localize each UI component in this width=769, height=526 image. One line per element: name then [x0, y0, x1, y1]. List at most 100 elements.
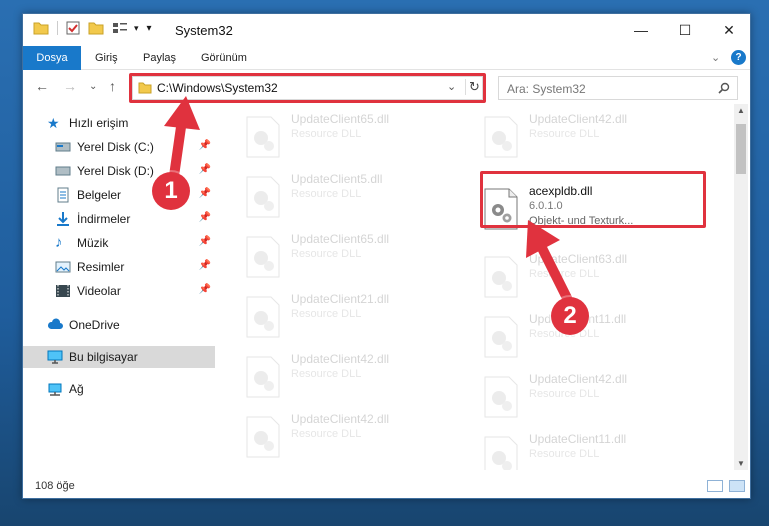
file-name: UpdateClient21.dll — [291, 292, 390, 306]
pin-icon[interactable]: 📌 — [199, 284, 211, 295]
expand-ribbon-icon[interactable]: ⌄ — [711, 51, 720, 64]
minimize-button[interactable]: — — [619, 16, 663, 44]
file-name: UpdateClient65.dll — [291, 232, 390, 246]
item-count: 108 öğe — [35, 480, 75, 492]
list-item[interactable]: UpdateClient11.dll Resource DLL — [479, 430, 715, 470]
dll-file-icon — [484, 376, 518, 418]
nav-label: Ağ — [69, 382, 84, 396]
search-placeholder: Ara: System32 — [507, 82, 586, 96]
list-item[interactable]: UpdateClient5.dll Resource DLL — [241, 170, 477, 222]
list-item[interactable]: UpdateClient42.dll Resource DLL — [479, 110, 715, 162]
window-title: System32 — [175, 23, 233, 38]
nav-item-music[interactable]: ♪ Müzik 📌 — [23, 232, 215, 254]
network-icon — [48, 383, 62, 396]
file-name: UpdateClient11.dll — [529, 432, 627, 446]
documents-icon — [57, 187, 69, 203]
list-item[interactable]: UpdateClient42.dll Resource DLL — [479, 370, 715, 422]
tab-share[interactable]: Paylaş — [133, 46, 186, 70]
explorer-window: ▾ ▾ System32 — ☐ ✕ Dosya Giriş Paylaş Gö… — [22, 13, 751, 499]
pin-icon[interactable]: 📌 — [199, 260, 211, 271]
view-options-icon[interactable] — [112, 21, 128, 35]
file-type: Resource DLL — [529, 448, 600, 460]
nav-label: Müzik — [77, 236, 109, 250]
videos-icon — [56, 285, 70, 297]
nav-item-pictures[interactable]: Resimler 📌 — [23, 256, 215, 278]
scroll-down-icon[interactable]: ▼ — [737, 459, 745, 468]
file-name: UpdateClient42.dll — [291, 412, 390, 426]
recent-locations-icon[interactable]: ⌄ — [89, 81, 97, 92]
list-item[interactable]: UpdateClient63.dll Resource DLL — [479, 250, 715, 302]
file-type: Resource DLL — [291, 248, 362, 260]
nav-item-downloads[interactable]: İndirmeler 📌 — [23, 208, 215, 230]
up-icon[interactable]: ↑ — [109, 78, 116, 94]
list-item[interactable]: UpdateClient42.dll Resource DLL — [241, 350, 477, 402]
file-type: Resource DLL — [529, 128, 600, 140]
nav-network[interactable]: Ağ — [23, 378, 215, 400]
dll-file-icon — [246, 416, 280, 458]
customize-icon[interactable]: ▾ — [147, 23, 152, 34]
file-name: UpdateClient42.dll — [529, 112, 628, 126]
help-icon[interactable]: ? — [731, 50, 746, 65]
file-type: Resource DLL — [291, 428, 362, 440]
downloads-icon — [57, 212, 69, 226]
nav-label: İndirmeler — [77, 212, 131, 226]
drive-icon — [55, 166, 71, 176]
nav-item-videos[interactable]: Videolar 📌 — [23, 280, 215, 302]
nav-label: Belgeler — [77, 188, 122, 202]
folder-icon[interactable] — [33, 21, 49, 35]
new-folder-icon[interactable] — [88, 21, 104, 35]
ribbon: Dosya Giriş Paylaş Görünüm ⌄ ? — [23, 46, 750, 98]
pictures-icon — [55, 261, 71, 273]
scroll-thumb[interactable] — [736, 124, 746, 174]
list-item[interactable]: UpdateClient65.dll Resource DLL — [241, 110, 477, 162]
file-type: Resource DLL — [291, 128, 362, 140]
nav-label: Yerel Disk (C:) — [77, 140, 154, 154]
scroll-up-icon[interactable]: ▲ — [737, 106, 745, 115]
nav-label: Yerel Disk (D:) — [77, 164, 154, 178]
drive-icon — [55, 142, 71, 152]
tab-home[interactable]: Giriş — [85, 46, 128, 70]
music-icon: ♪ — [55, 234, 63, 251]
nav-label: OneDrive — [69, 318, 120, 332]
file-type: Resource DLL — [291, 188, 362, 200]
nav-label: Bu bilgisayar — [69, 350, 138, 364]
dll-file-icon — [484, 116, 518, 158]
title-bar: ▾ ▾ System32 — ☐ ✕ — [23, 14, 750, 46]
close-button[interactable]: ✕ — [707, 16, 751, 44]
list-item[interactable]: UpdateClient11.dll Resource DLL — [479, 310, 715, 362]
cloud-icon — [47, 318, 63, 329]
list-item[interactable]: UpdateClient21.dll Resource DLL — [241, 290, 477, 342]
list-item[interactable]: UpdateClient65.dll Resource DLL — [241, 230, 477, 282]
large-icons-view-icon[interactable] — [729, 480, 745, 492]
file-name: UpdateClient42.dll — [291, 352, 390, 366]
status-bar: 108 öğe — [23, 474, 750, 498]
dll-file-icon — [484, 316, 518, 358]
search-input[interactable]: Ara: System32 — [498, 76, 738, 100]
nav-this-pc[interactable]: Bu bilgisayar — [23, 346, 215, 368]
dll-file-icon — [246, 236, 280, 278]
dll-file-icon — [484, 256, 518, 298]
forward-icon[interactable]: → — [63, 78, 77, 94]
dll-file-icon — [246, 356, 280, 398]
nav-onedrive[interactable]: OneDrive — [23, 314, 215, 336]
nav-label: Resimler — [77, 260, 125, 274]
nav-label: Videolar — [77, 284, 121, 298]
computer-icon — [47, 350, 63, 364]
vertical-scrollbar[interactable]: ▲ ▼ — [734, 104, 748, 470]
dll-file-icon — [246, 116, 280, 158]
dll-file-icon — [246, 296, 280, 338]
properties-icon[interactable] — [66, 21, 80, 35]
details-view-icon[interactable] — [707, 480, 723, 492]
dropdown-icon[interactable]: ▾ — [134, 23, 139, 34]
back-icon[interactable]: ← — [35, 78, 49, 94]
file-highlight-box — [480, 171, 706, 228]
tab-view[interactable]: Görünüm — [191, 46, 257, 70]
step-2-badge: 2 — [551, 297, 589, 335]
maximize-button[interactable]: ☐ — [663, 16, 707, 44]
search-icon[interactable] — [718, 82, 730, 94]
pin-icon[interactable]: 📌 — [199, 212, 211, 223]
list-item[interactable]: UpdateClient42.dll Resource DLL — [241, 410, 477, 462]
file-type: Resource DLL — [291, 368, 362, 380]
pin-icon[interactable]: 📌 — [199, 236, 211, 247]
file-name: UpdateClient65.dll — [291, 112, 390, 126]
